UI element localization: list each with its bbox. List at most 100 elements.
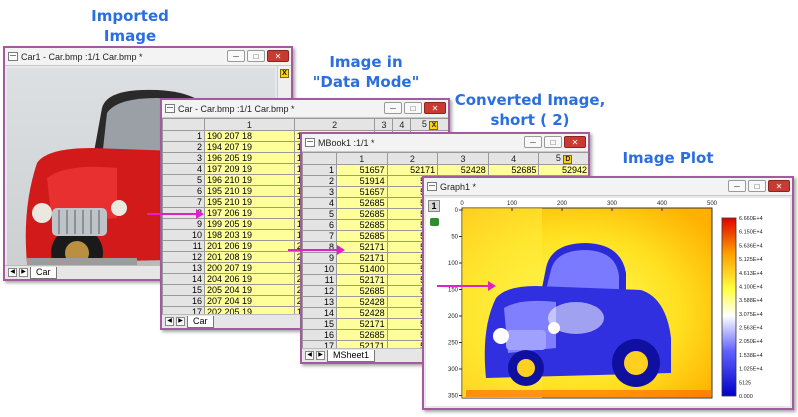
row-header[interactable]: 16 <box>302 329 337 341</box>
row-header[interactable]: 7 <box>162 196 205 208</box>
data-cell[interactable]: 201 208 19 <box>204 251 295 263</box>
data-mode-window-titlebar[interactable]: Car - Car.bmp :1/1 Car.bmp * ─ □ ✕ <box>162 100 448 118</box>
matrix-cell[interactable]: 51400 <box>336 263 388 275</box>
column-header[interactable]: 3 <box>437 152 489 165</box>
data-cell[interactable]: 207 204 19 <box>204 295 295 307</box>
matrix-cell[interactable]: 51657 <box>336 164 388 176</box>
minimize-button[interactable]: ─ <box>227 50 245 62</box>
corner-cell[interactable] <box>302 152 337 165</box>
row-header[interactable]: 5 <box>162 174 205 186</box>
matrix-cell[interactable]: 51914 <box>336 175 388 187</box>
matrix-cell[interactable]: 52685 <box>336 197 388 209</box>
close-button[interactable]: ✕ <box>267 50 289 62</box>
row-header[interactable]: 10 <box>302 263 337 275</box>
prev-sheet-icon[interactable]: ◀ <box>165 317 174 326</box>
graph-window[interactable]: Graph1 * ─ □ ✕ 1 0 100 200 300 400 500 0… <box>422 176 794 410</box>
row-header[interactable]: 2 <box>302 175 337 187</box>
column-header[interactable]: 4 <box>487 152 540 165</box>
prev-sheet-icon[interactable]: ◀ <box>305 351 314 360</box>
data-cell[interactable]: 190 207 18 <box>204 130 295 142</box>
matrix-cell[interactable]: 52942 <box>538 164 588 176</box>
row-header[interactable]: 11 <box>302 274 337 286</box>
row-header[interactable]: 11 <box>162 240 205 252</box>
row-header[interactable]: 13 <box>162 262 205 274</box>
prev-sheet-icon[interactable]: ◀ <box>8 268 17 277</box>
maximize-button[interactable]: □ <box>544 136 562 148</box>
data-cell[interactable]: 205 204 19 <box>204 284 295 296</box>
data-cell[interactable]: 195 210 19 <box>204 185 295 197</box>
matrix-cell[interactable]: 52685 <box>336 285 388 297</box>
column-header[interactable]: 5 D <box>538 152 588 165</box>
row-header[interactable]: 2 <box>162 141 205 153</box>
data-cell[interactable]: 195 210 19 <box>204 196 295 208</box>
row-header[interactable]: 5 <box>302 208 337 220</box>
data-cell[interactable]: 199 205 19 <box>204 218 295 230</box>
matrix-cell[interactable]: 52428 <box>336 296 388 308</box>
row-header[interactable]: 16 <box>162 295 205 307</box>
row-header[interactable]: 9 <box>302 252 337 264</box>
row-header[interactable]: 1 <box>162 130 205 142</box>
row-header[interactable]: 9 <box>162 218 205 230</box>
data-cell[interactable]: 200 207 19 <box>204 262 295 274</box>
row-header[interactable]: 13 <box>302 296 337 308</box>
row-header[interactable]: 15 <box>162 284 205 296</box>
row-header[interactable]: 14 <box>302 307 337 319</box>
data-cell[interactable]: 198 203 19 <box>204 229 295 241</box>
minimize-button[interactable]: ─ <box>524 136 542 148</box>
row-header[interactable]: 4 <box>302 197 337 209</box>
row-header[interactable]: 1 <box>302 164 337 176</box>
column-header[interactable]: 3 <box>374 118 394 131</box>
row-header[interactable]: 6 <box>162 185 205 197</box>
matrix-cell[interactable]: 52171 <box>336 318 388 330</box>
maximize-button[interactable]: □ <box>748 180 766 192</box>
matrix-cell[interactable]: 52171 <box>386 164 439 176</box>
maximize-button[interactable]: □ <box>247 50 265 62</box>
matrix-cell[interactable]: 52428 <box>336 307 388 319</box>
column-header[interactable]: 1 <box>336 152 388 165</box>
row-header[interactable]: 4 <box>162 163 205 175</box>
row-header[interactable]: 12 <box>162 251 205 263</box>
data-cell[interactable]: 197 206 19 <box>204 207 295 219</box>
data-cell[interactable]: 197 209 19 <box>204 163 295 175</box>
matrix-cell[interactable]: 52171 <box>336 274 388 286</box>
row-header[interactable]: 12 <box>302 285 337 297</box>
matrix-cell[interactable]: 52685 <box>336 219 388 231</box>
column-header[interactable]: 2 <box>386 152 439 165</box>
graph-window-titlebar[interactable]: Graph1 * ─ □ ✕ <box>424 178 792 196</box>
row-header[interactable]: 10 <box>162 229 205 241</box>
minimize-button[interactable]: ─ <box>728 180 746 192</box>
data-cell[interactable]: 196 205 19 <box>204 152 295 164</box>
column-header[interactable]: 5 X <box>410 118 448 131</box>
row-header[interactable]: 14 <box>162 273 205 285</box>
row-header[interactable]: 7 <box>302 230 337 242</box>
data-cell[interactable]: 194 207 19 <box>204 141 295 153</box>
next-sheet-icon[interactable]: ▶ <box>176 317 185 326</box>
column-header[interactable]: 4 <box>392 118 412 131</box>
minimize-button[interactable]: ─ <box>384 102 402 114</box>
row-header[interactable]: 15 <box>302 318 337 330</box>
sheet-tab-msheet1[interactable]: MSheet1 <box>327 349 376 362</box>
row-header[interactable]: 3 <box>162 152 205 164</box>
next-sheet-icon[interactable]: ▶ <box>316 351 325 360</box>
column-header[interactable]: 1 <box>204 118 295 131</box>
matrix-cell[interactable]: 52685 <box>336 329 388 341</box>
next-sheet-icon[interactable]: ▶ <box>19 268 28 277</box>
matrix-window-titlebar[interactable]: MBook1 :1/1 * ─ □ ✕ <box>302 134 588 152</box>
data-cell[interactable]: 204 206 19 <box>204 273 295 285</box>
sheet-tab-car[interactable]: Car <box>30 266 57 279</box>
corner-cell[interactable] <box>162 118 205 131</box>
matrix-cell[interactable]: 52685 <box>336 208 388 220</box>
maximize-button[interactable]: □ <box>404 102 422 114</box>
column-header[interactable]: 2 <box>293 118 376 131</box>
row-header[interactable]: 3 <box>302 186 337 198</box>
matrix-cell[interactable]: 52685 <box>487 164 540 176</box>
image-window-titlebar[interactable]: Car1 - Car.bmp :1/1 Car.bmp * ─ □ ✕ <box>5 48 291 66</box>
sheet-tab-car[interactable]: Car <box>187 315 214 328</box>
matrix-cell[interactable]: 51657 <box>336 186 388 198</box>
graph-canvas[interactable]: 1 0 100 200 300 400 500 0 50 100 150 200… <box>426 198 790 406</box>
close-button[interactable]: ✕ <box>424 102 446 114</box>
matrix-cell[interactable]: 52428 <box>437 164 489 176</box>
matrix-cell[interactable]: 52685 <box>336 230 388 242</box>
data-cell[interactable]: 196 210 19 <box>204 174 295 186</box>
data-cell[interactable]: 201 206 19 <box>204 240 295 252</box>
